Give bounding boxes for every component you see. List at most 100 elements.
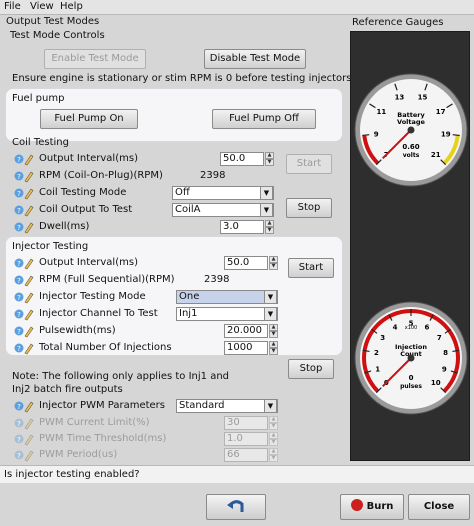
help-pencil-icon[interactable]: ? xyxy=(14,324,34,338)
help-pencil-icon[interactable]: ? xyxy=(14,169,34,183)
inj-output-interval-spinner[interactable]: ▲ ▼ xyxy=(269,256,278,270)
coil-output-to-test-select[interactable]: CoilA ▼ xyxy=(172,203,274,217)
coil-output-interval-field[interactable]: 50.0 xyxy=(220,152,264,166)
enable-test-mode-button[interactable]: Enable Test Mode xyxy=(44,49,146,69)
svg-text:?: ? xyxy=(17,224,21,232)
coil-output-to-test-value: CoilA xyxy=(175,204,201,215)
pwm-time-spinner[interactable]: ▲ ▼ xyxy=(269,432,278,446)
pwm-time-row: ? PWM Time Threshold(ms) xyxy=(14,432,344,448)
help-pencil-icon[interactable]: ? xyxy=(14,203,34,217)
coil-mode-value: Off xyxy=(175,187,190,198)
menu-bar: File View Help xyxy=(0,0,474,15)
status-bar: Is injector testing enabled? xyxy=(0,465,474,483)
chevron-down-icon[interactable]: ▼ xyxy=(264,290,277,304)
gauge-tick-label: 10 xyxy=(431,379,441,387)
help-pencil-icon[interactable]: ? xyxy=(14,307,34,321)
inj-pulsewidth-spinner[interactable]: ▲ ▼ xyxy=(269,324,278,338)
help-pencil-icon[interactable]: ? xyxy=(14,341,34,355)
menu-file[interactable]: File xyxy=(4,1,21,12)
coil-output-to-test-label: Coil Output To Test xyxy=(39,204,133,215)
svg-text:?: ? xyxy=(17,436,21,444)
chevron-down-icon[interactable]: ▼ xyxy=(260,203,273,217)
chevron-down-icon[interactable]: ▼ xyxy=(260,186,273,200)
inj-channel-label: Injector Channel To Test xyxy=(39,308,158,319)
disable-test-mode-button[interactable]: Disable Test Mode xyxy=(204,49,306,69)
close-button[interactable]: Close xyxy=(408,494,470,520)
pwm-current-field[interactable]: 30 xyxy=(224,416,268,430)
pwm-params-select[interactable]: Standard ▼ xyxy=(176,399,278,413)
gauge-tick xyxy=(362,134,370,137)
gauge-tick-label: 9 xyxy=(374,130,379,138)
fuel-pump-off-button[interactable]: Fuel Pump Off xyxy=(212,109,316,129)
bottom-bar: Burn Close xyxy=(0,484,474,523)
help-pencil-icon[interactable]: ? xyxy=(14,152,34,166)
help-pencil-icon[interactable]: ? xyxy=(14,399,34,413)
svg-text:?: ? xyxy=(17,173,21,181)
coil-dwell-label: Dwell(ms) xyxy=(39,221,90,232)
reference-gauges-title: Reference Gauges xyxy=(352,17,444,28)
svg-text:?: ? xyxy=(17,277,21,285)
gauge-tick-label: 11 xyxy=(376,108,386,116)
coil-mode-select[interactable]: Off ▼ xyxy=(172,186,274,200)
inj-mode-value: One xyxy=(179,291,200,302)
menu-view[interactable]: View xyxy=(30,1,54,12)
gauge-tick-label: 21 xyxy=(431,151,441,159)
burn-icon xyxy=(350,499,363,511)
gauge-tick-label: 9 xyxy=(442,365,447,373)
inj-output-interval-field[interactable]: 50.0 xyxy=(224,256,268,270)
undo-button[interactable] xyxy=(206,494,266,520)
coil-output-interval-spinner[interactable]: ▲ ▼ xyxy=(265,152,274,166)
inj-total-field[interactable]: 1000 xyxy=(224,341,268,355)
coil-dwell-field[interactable]: 3.0 xyxy=(220,220,264,234)
pwm-period-spinner[interactable]: ▲ ▼ xyxy=(269,448,278,462)
gauge-tick-label: 6 xyxy=(424,323,429,331)
injection-gauge-units: pulses xyxy=(400,383,422,390)
svg-text:?: ? xyxy=(17,328,21,336)
inj-total-spinner[interactable]: ▲ ▼ xyxy=(269,341,278,355)
gauge-tick-label: 15 xyxy=(418,93,428,101)
gauge-tick-label: 8 xyxy=(443,349,448,357)
svg-text:?: ? xyxy=(17,190,21,198)
coil-stop-button[interactable]: Stop xyxy=(286,198,332,218)
pwm-params-label: Injector PWM Parameters xyxy=(39,400,166,411)
injector-stop-button[interactable]: Stop xyxy=(288,359,334,379)
chevron-down-icon[interactable]: ▼ xyxy=(264,399,277,413)
battery-gauge-title-2: Voltage xyxy=(397,118,426,126)
gauge-tick-label: 2 xyxy=(374,349,379,357)
svg-text:?: ? xyxy=(17,403,21,411)
coil-start-button[interactable]: Start xyxy=(286,154,332,174)
gauge-tick-label: 17 xyxy=(436,108,446,116)
inj-output-interval-label: Output Interval(ms) xyxy=(39,257,138,268)
help-pencil-icon[interactable]: ? xyxy=(14,273,34,287)
help-pencil-icon[interactable]: ? xyxy=(14,290,34,304)
gauge-tick-label: 19 xyxy=(441,130,451,138)
help-pencil-icon[interactable]: ? xyxy=(14,186,34,200)
battery-gauge-units: volts xyxy=(403,152,420,159)
menu-help[interactable]: Help xyxy=(60,1,83,12)
chevron-down-icon[interactable]: ▼ xyxy=(264,307,277,321)
svg-text:?: ? xyxy=(17,452,21,460)
inj-pulsewidth-row: ? Pulsewidth(ms) xyxy=(14,324,344,340)
pwm-current-spinner[interactable]: ▲ ▼ xyxy=(269,416,278,430)
pwm-period-row: ? PWM Period(us) xyxy=(14,448,344,464)
pwm-period-field[interactable]: 66 xyxy=(224,448,268,462)
help-pencil-icon[interactable]: ? xyxy=(14,220,34,234)
gauge-tick-label: 7 xyxy=(437,334,442,342)
inj-pulsewidth-field[interactable]: 20.000 xyxy=(224,324,268,338)
help-pencil-icon[interactable]: ? xyxy=(14,256,34,270)
test-mode-warning: Ensure engine is stationary or stim RPM … xyxy=(12,73,391,84)
fuel-pump-on-button[interactable]: Fuel Pump On xyxy=(40,109,138,129)
inj-rpm-row: ? RPM (Full Sequential)(RPM) xyxy=(14,273,344,289)
inj-mode-select[interactable]: One ▼ xyxy=(176,290,278,304)
coil-rpm-value: 2398 xyxy=(200,170,226,181)
inj-pulsewidth-label: Pulsewidth(ms) xyxy=(39,325,116,336)
pwm-time-field[interactable]: 1.0 xyxy=(224,432,268,446)
pwm-current-label: PWM Current Limit(%) xyxy=(39,417,150,428)
svg-text:?: ? xyxy=(17,207,21,215)
inj-channel-select[interactable]: Inj1 ▼ xyxy=(176,307,278,321)
help-pencil-icon: ? xyxy=(14,450,34,462)
coil-rpm-label: RPM (Coil-On-Plug)(RPM) xyxy=(39,170,163,181)
burn-button[interactable]: Burn xyxy=(340,494,404,520)
svg-text:?: ? xyxy=(17,345,21,353)
coil-dwell-spinner[interactable]: ▲ ▼ xyxy=(265,220,274,234)
